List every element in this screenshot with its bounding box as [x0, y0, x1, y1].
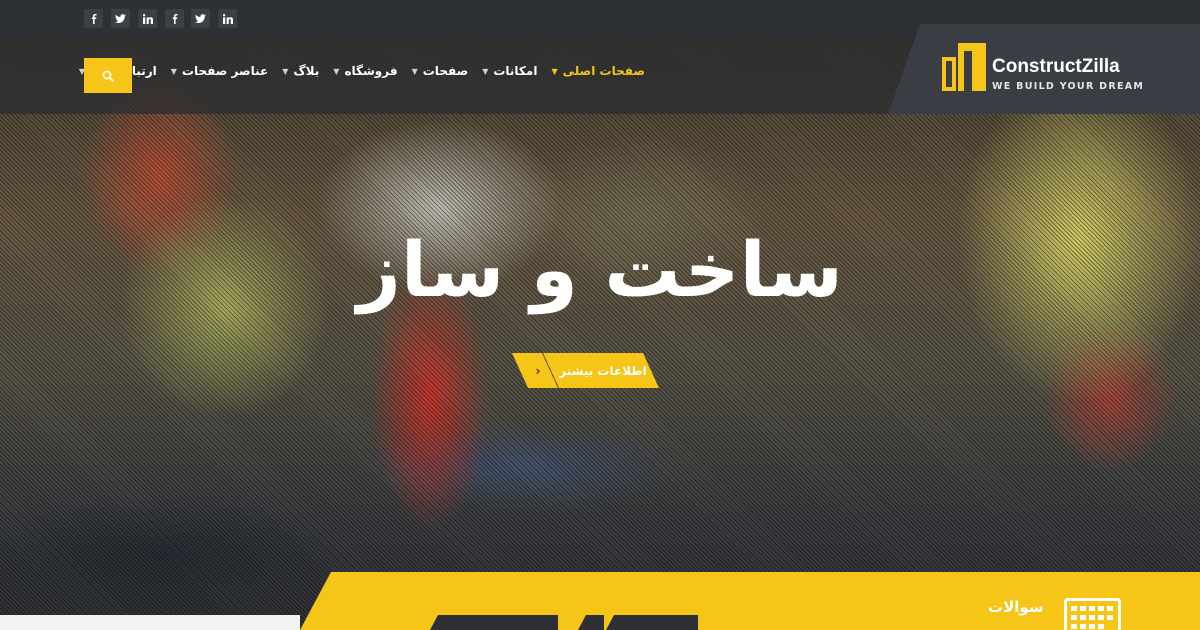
calendar-icon	[1064, 598, 1121, 630]
twitter-icon[interactable]	[111, 9, 130, 28]
chevron-down-icon: ▼	[551, 66, 558, 76]
facebook-icon[interactable]	[84, 9, 103, 28]
menu-item-blog[interactable]: ▼ بلاگ	[282, 64, 319, 78]
menu-item-pages[interactable]: ▼ صفحات	[412, 64, 469, 78]
menu-item-label: فروشگاه	[344, 64, 398, 78]
cta-main[interactable]: اطلاعات بیشتر	[543, 353, 659, 388]
menu-item-label: صفحات اصلی	[562, 64, 645, 78]
search-button[interactable]	[84, 58, 132, 93]
menu-item-label: عناصر صفحات	[181, 64, 269, 78]
feature-tab[interactable]	[430, 615, 558, 630]
main-menu: ▼ صفحات اصلی ▼ امکانات ▼ صفحات ▼ فروشگاه…	[79, 64, 645, 78]
twitter-icon[interactable]	[191, 9, 210, 28]
chevron-down-icon: ▼	[482, 66, 489, 76]
linkedin-icon[interactable]	[138, 9, 157, 28]
chevron-down-icon: ▼	[411, 66, 418, 76]
facebook-icon[interactable]	[165, 9, 184, 28]
menu-item-home[interactable]: ▼ صفحات اصلی	[551, 64, 645, 78]
learn-more-button[interactable]: › اطلاعات بیشتر	[512, 353, 659, 388]
menu-item-shop[interactable]: ▼ فروشگاه	[333, 64, 397, 78]
chevron-down-icon: ▼	[170, 66, 177, 76]
logo-title: ConstructZilla	[992, 56, 1120, 77]
chevron-down-icon: ▼	[333, 66, 340, 76]
content-area	[0, 615, 300, 630]
hero-title: ساخت و ساز	[357, 225, 843, 314]
menu-item-label: صفحات	[422, 64, 469, 78]
search-icon	[102, 70, 114, 82]
faq-title: سوالات	[988, 598, 1044, 616]
menu-item-features[interactable]: ▼ امکانات	[482, 64, 537, 78]
menu-item-label: امکانات	[493, 64, 538, 78]
menu-item-label: بلاگ	[293, 64, 320, 78]
logo-tagline: WE BUILD YOUR DREAM	[992, 81, 1145, 92]
feature-tab[interactable]	[606, 615, 698, 630]
building-logo-icon	[942, 43, 986, 91]
cta-label: اطلاعات بیشتر	[559, 363, 647, 378]
linkedin-icon[interactable]	[218, 9, 237, 28]
chevron-right-icon: ›	[535, 363, 541, 378]
chevron-down-icon: ▼	[282, 66, 289, 76]
hero-background-image	[0, 37, 1200, 630]
menu-item-elements[interactable]: ▼ عناصر صفحات	[171, 64, 268, 78]
